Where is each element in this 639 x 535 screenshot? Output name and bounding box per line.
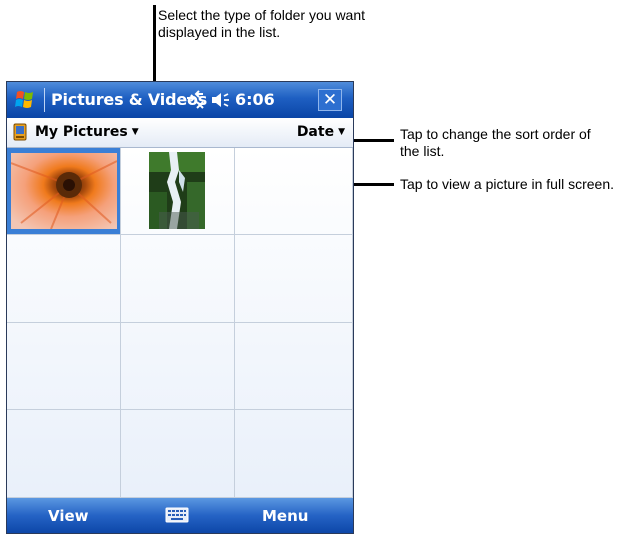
callout-line-sort <box>350 139 394 142</box>
windows-flag-icon[interactable] <box>11 87 39 113</box>
chevron-down-icon: ▼ <box>131 127 139 137</box>
volume-icon[interactable] <box>210 91 232 109</box>
close-button[interactable]: ✕ <box>318 89 342 111</box>
title-separator <box>44 88 45 112</box>
folder-dropdown-label: My Pictures <box>35 124 128 140</box>
folder-dropdown[interactable]: My Pictures ▼ <box>35 124 139 140</box>
thumbnail-cell[interactable] <box>121 323 235 410</box>
sort-dropdown-label: Date <box>296 124 335 140</box>
view-softkey[interactable]: View <box>48 507 89 525</box>
sort-dropdown[interactable]: Date ▼ <box>297 124 345 140</box>
title-bar: Pictures & Videos 6:06 ✕ <box>7 82 353 118</box>
flower-thumbnail[interactable] <box>11 153 117 229</box>
thumbnail-cell[interactable] <box>235 235 353 323</box>
thumbnail-cell[interactable] <box>235 323 353 410</box>
folder-toolbar: My Pictures ▼ Date ▼ <box>7 118 353 148</box>
thumbnail-cell[interactable] <box>7 323 121 410</box>
thumbnail-cell[interactable] <box>7 410 121 498</box>
storage-card-icon <box>13 123 27 141</box>
thumbnail-cell[interactable] <box>235 148 353 235</box>
thumbnail-cell[interactable] <box>121 148 235 235</box>
menu-bar: View Menu <box>7 498 353 533</box>
callout-sort-order: Tap to change the sort order of the list… <box>400 126 591 159</box>
clock[interactable]: 6:06 <box>235 90 275 109</box>
callout-full-screen: Tap to view a picture in full screen. <box>400 176 614 192</box>
thumbnail-cell[interactable] <box>121 410 235 498</box>
pocket-pc-screen: Pictures & Videos 6:06 ✕ My Pictures ▼ Da… <box>6 81 354 534</box>
thumbnail-cell[interactable] <box>121 235 235 323</box>
thumbnail-cell[interactable] <box>235 410 353 498</box>
connectivity-icon[interactable] <box>184 90 206 110</box>
thumbnail-cell-selected[interactable] <box>7 148 121 235</box>
callout-folder-type: Select the type of folder you want displ… <box>158 7 366 40</box>
waterfall-thumbnail[interactable] <box>149 152 205 229</box>
keyboard-icon[interactable] <box>165 506 189 524</box>
chevron-down-icon: ▼ <box>338 127 345 137</box>
menu-softkey[interactable]: Menu <box>262 507 308 525</box>
thumbnail-grid <box>7 148 353 498</box>
thumbnail-cell[interactable] <box>7 235 121 323</box>
